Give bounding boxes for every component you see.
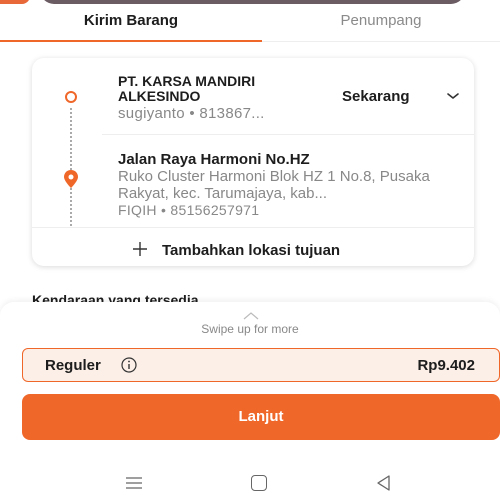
next-button[interactable]: Lanjut bbox=[22, 394, 500, 440]
swipe-hint: Swipe up for more bbox=[201, 322, 299, 336]
divider bbox=[102, 134, 474, 135]
origin-contact[interactable]: sugiyanto • 813867... bbox=[118, 105, 265, 122]
back-triangle-icon[interactable] bbox=[375, 474, 391, 492]
destination-name[interactable]: Jalan Raya Harmoni No.HZ bbox=[118, 151, 310, 168]
menu-icon[interactable] bbox=[125, 476, 143, 490]
home-square-icon[interactable] bbox=[251, 475, 267, 491]
divider bbox=[32, 227, 474, 228]
route-card: PT. KARSA MANDIRI ALKESINDO sugiyanto • … bbox=[32, 58, 474, 266]
route-connector-line bbox=[70, 108, 72, 226]
service-tabs: Kirim Barang Penumpang bbox=[0, 6, 500, 42]
destination-contact[interactable]: FIQIH • 85156257971 bbox=[118, 202, 259, 218]
info-circle-icon[interactable] bbox=[121, 357, 137, 373]
tab-kirim-barang[interactable]: Kirim Barang bbox=[0, 12, 262, 36]
tab-penumpang[interactable]: Penumpang bbox=[262, 12, 500, 36]
pickup-time-select[interactable]: Sekarang bbox=[342, 88, 410, 105]
service-price: Rp9.402 bbox=[417, 357, 475, 374]
service-name: Reguler bbox=[45, 357, 101, 374]
header-right-shape bbox=[40, 0, 465, 4]
location-pin-icon bbox=[64, 170, 78, 188]
chevron-up-icon bbox=[243, 312, 259, 320]
add-destination-button[interactable]: Tambahkan lokasi tujuan bbox=[132, 239, 340, 259]
add-destination-label: Tambahkan lokasi tujuan bbox=[162, 242, 341, 259]
system-nav-bar bbox=[0, 466, 500, 500]
plus-icon bbox=[133, 242, 147, 256]
origin-name[interactable]: PT. KARSA MANDIRI ALKESINDO bbox=[118, 74, 328, 104]
service-option-reguler[interactable]: Reguler Rp9.402 bbox=[22, 348, 500, 382]
chevron-down-icon[interactable] bbox=[445, 88, 461, 104]
destination-address[interactable]: Ruko Cluster Harmoni Blok HZ 1 No.8, Pus… bbox=[118, 168, 470, 202]
header-left-shape bbox=[0, 0, 30, 4]
active-tab-indicator bbox=[0, 40, 262, 42]
origin-circle-icon bbox=[65, 91, 77, 103]
